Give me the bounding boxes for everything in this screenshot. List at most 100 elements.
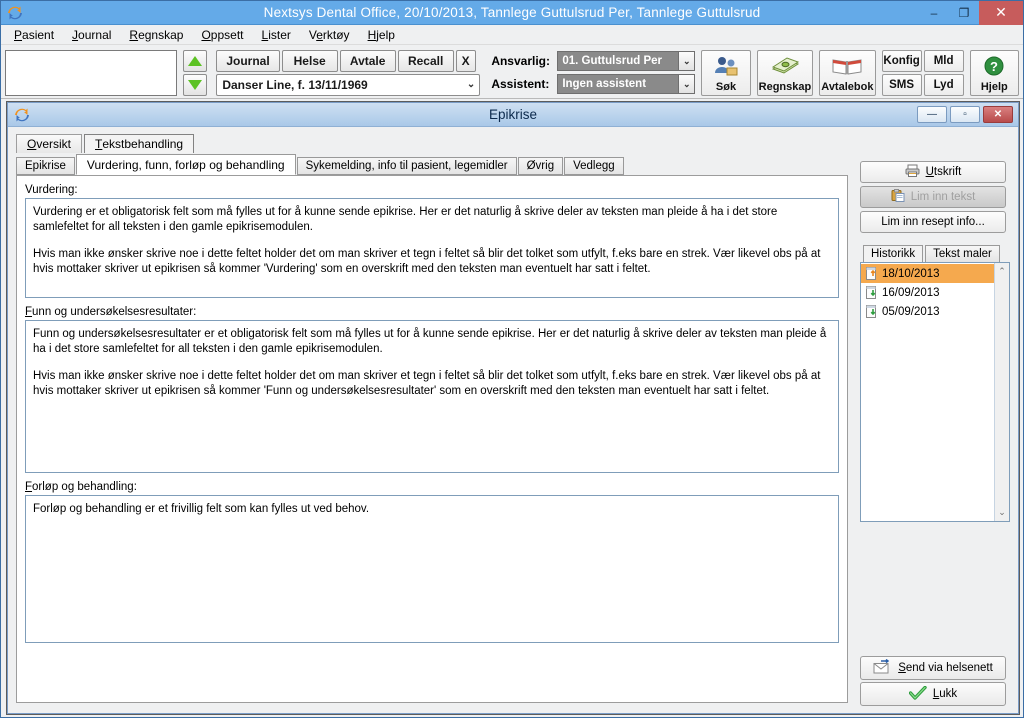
history-scrollbar[interactable]: ⌃ ⌄: [994, 263, 1009, 521]
lukk-accel: L: [932, 688, 940, 700]
subtab-vurdering-funn[interactable]: Vurdering, funn, forløp og behandling: [75, 154, 296, 175]
list-item[interactable]: 16/09/2013: [861, 283, 994, 302]
menu-item-regnskap[interactable]: Regnskap: [120, 26, 192, 44]
vurdering-paragraph-1: Vurdering er et obligatorisk felt som må…: [33, 206, 778, 233]
list-item[interactable]: 05/09/2013: [861, 302, 994, 321]
assistent-value: Ingen assistent: [562, 78, 647, 90]
nav-down-button[interactable]: [183, 73, 208, 96]
restore-button[interactable]: ❐: [949, 1, 979, 25]
document-down-icon: [866, 286, 877, 299]
funn-paragraph-1: Funn og undersøkelsesresultater er et ob…: [33, 328, 827, 355]
main-toolbar: Journal Helse Avtale Recall X Danser Lin…: [1, 45, 1023, 99]
tab-oversikt[interactable]: Oversikt: [16, 134, 83, 153]
patient-nav-buttons: Journal Helse Avtale Recall X: [216, 49, 480, 72]
dialog-bottom-buttons: Send via helsenett Lukk: [860, 656, 1010, 708]
forlop-textarea[interactable]: Forløp og behandling er et frivillig fel…: [25, 495, 839, 643]
lyd-button[interactable]: Lyd: [923, 73, 964, 96]
recall-button[interactable]: Recall: [397, 49, 454, 72]
forlop-label: Forløp og behandling:: [25, 481, 847, 493]
minimize-button[interactable]: –: [919, 1, 949, 25]
funn-paragraph-2: Hvis man ikke ønsker skrive noe i dette …: [33, 370, 821, 397]
assistent-label: Assistent:: [491, 77, 550, 91]
mld-button[interactable]: Mld: [923, 49, 964, 72]
konfig-button[interactable]: Konfig: [881, 49, 922, 72]
subtab-vedlegg[interactable]: Vedlegg: [564, 157, 624, 175]
subtab-epikrise[interactable]: Epikrise: [16, 157, 75, 175]
menu-label-journal: ournal: [78, 27, 112, 42]
tab-tekstbehandling[interactable]: Tekstbehandling: [84, 134, 195, 153]
lim-inn-tekst-button[interactable]: Lim inn tekst: [860, 186, 1006, 208]
subtab-sykemelding[interactable]: Sykemelding, info til pasient, legemidle…: [296, 157, 517, 175]
funn-label: Funn og undersøkelsesresultater:: [25, 306, 847, 318]
patient-nav-group: Journal Helse Avtale Recall X Danser Lin…: [216, 49, 481, 96]
subtab-ovrig[interactable]: Øvrig: [517, 157, 564, 175]
patient-info-box[interactable]: [5, 49, 178, 96]
lim-inn-tekst-label: Lim inn tekst: [910, 191, 976, 203]
lukk-button[interactable]: Lukk: [860, 682, 1006, 706]
epikrise-dialog: Epikrise — ▫ ✕ Oversikt Tekstbehandling …: [7, 102, 1019, 714]
send-via-helsenett-button[interactable]: Send via helsenett: [860, 656, 1006, 680]
menu-item-journal[interactable]: Journal: [63, 26, 120, 44]
open-book-icon: [831, 51, 863, 81]
close-patient-button[interactable]: X: [455, 49, 476, 72]
ansvarlig-row: Ansvarlig: 01. Guttulsrud Per ⌄: [491, 51, 696, 71]
journal-button[interactable]: Journal: [216, 49, 280, 72]
list-item-date: 05/09/2013: [882, 305, 940, 318]
chevron-down-icon: ⌄: [466, 79, 476, 90]
menu-label-lister: ister: [268, 27, 291, 42]
assistent-combo[interactable]: Ingen assistent ⌄: [557, 74, 696, 94]
menu-item-pasient[interactable]: Pasient: [5, 26, 63, 44]
lim-inn-resept-button[interactable]: Lim inn resept info...: [860, 211, 1006, 233]
assistent-row: Assistent: Ingen assistent ⌄: [491, 74, 696, 94]
funn-textarea[interactable]: Funn og undersøkelsesresultater er et ob…: [25, 320, 839, 473]
close-button[interactable]: ✕: [979, 0, 1023, 25]
lukk-label: Lukk: [932, 688, 958, 700]
sok-button[interactable]: Søk: [701, 49, 751, 96]
tab-historikk[interactable]: Historikk: [863, 245, 924, 262]
dialog-title: Epikrise: [488, 107, 537, 122]
regnskap-button[interactable]: Regnskap: [756, 49, 814, 96]
menu-item-hjelp[interactable]: Hjelp: [359, 26, 404, 44]
nav-up-button[interactable]: [183, 49, 208, 72]
window-title: Nextsys Dental Office, 20/10/2013, Tannl…: [263, 5, 761, 20]
avtale-button[interactable]: Avtale: [339, 49, 396, 72]
menu-item-verktoy[interactable]: Verktøy: [300, 26, 359, 44]
dialog-titlebar: Epikrise — ▫ ✕: [8, 103, 1018, 127]
list-item[interactable]: 18/10/2013: [861, 264, 994, 283]
nav-up-icon: [188, 55, 203, 66]
menu-label-oppsett: ppsett: [210, 27, 244, 42]
menu-item-oppsett[interactable]: Oppsett: [192, 26, 252, 44]
history-items: 18/10/2013 16/09/2013 05/09/2013: [861, 263, 994, 521]
scroll-down-icon[interactable]: ⌄: [998, 507, 1006, 518]
tab-tekstbehandling-label: ekstbehandling: [102, 137, 184, 151]
menu-item-lister[interactable]: Lister: [253, 26, 300, 44]
sms-button[interactable]: SMS: [881, 73, 922, 96]
patient-select-value: Danser Line, f. 13/11/1969: [222, 77, 368, 92]
ansvarlig-label: Ansvarlig:: [491, 54, 550, 68]
regnskap-label: Regnskap: [758, 80, 812, 93]
svg-text:?: ?: [990, 59, 998, 74]
small-buttons-row-1: Konfig Mld: [881, 49, 964, 72]
tab-tekst-maler[interactable]: Tekst maler: [925, 245, 1000, 262]
history-panel: Historikk Tekst maler 18/10/2013 16/09/2…: [860, 243, 1010, 643]
menu-label-hjelp: jelp: [376, 27, 395, 42]
small-buttons-row-2: SMS Lyd: [881, 73, 964, 96]
helse-button[interactable]: Helse: [281, 49, 338, 72]
vurdering-label: Vurdering:: [25, 184, 847, 196]
vurdering-textarea[interactable]: Vurdering er et obligatorisk felt som må…: [25, 198, 839, 298]
history-list: 18/10/2013 16/09/2013 05/09/2013 ⌃ ⌄: [860, 262, 1010, 522]
vurdering-label-text: Vurdering:: [25, 184, 78, 196]
menu-label-verktoy-b: rktøy: [322, 27, 350, 42]
menu-label-regnskap: egnskap: [138, 27, 184, 42]
menubar: Pasient Journal Regnskap Oppsett Lister …: [1, 25, 1023, 45]
hjelp-button[interactable]: ? Hjelp: [969, 49, 1019, 96]
chevron-down-icon: ⌄: [678, 52, 695, 70]
vurdering-paragraph-2: Hvis man ikke ønsker skrive noe i dette …: [33, 248, 821, 275]
patient-select-combo[interactable]: Danser Line, f. 13/11/1969 ⌄: [216, 73, 481, 96]
app-logo-icon: [6, 4, 24, 22]
green-check-icon: [908, 685, 927, 703]
small-buttons-group: Konfig Mld SMS Lyd: [881, 49, 964, 96]
scroll-up-icon[interactable]: ⌃: [998, 266, 1006, 277]
avtalebok-button[interactable]: Avtalebok: [819, 49, 876, 96]
ansvarlig-combo[interactable]: 01. Guttulsrud Per ⌄: [557, 51, 696, 71]
